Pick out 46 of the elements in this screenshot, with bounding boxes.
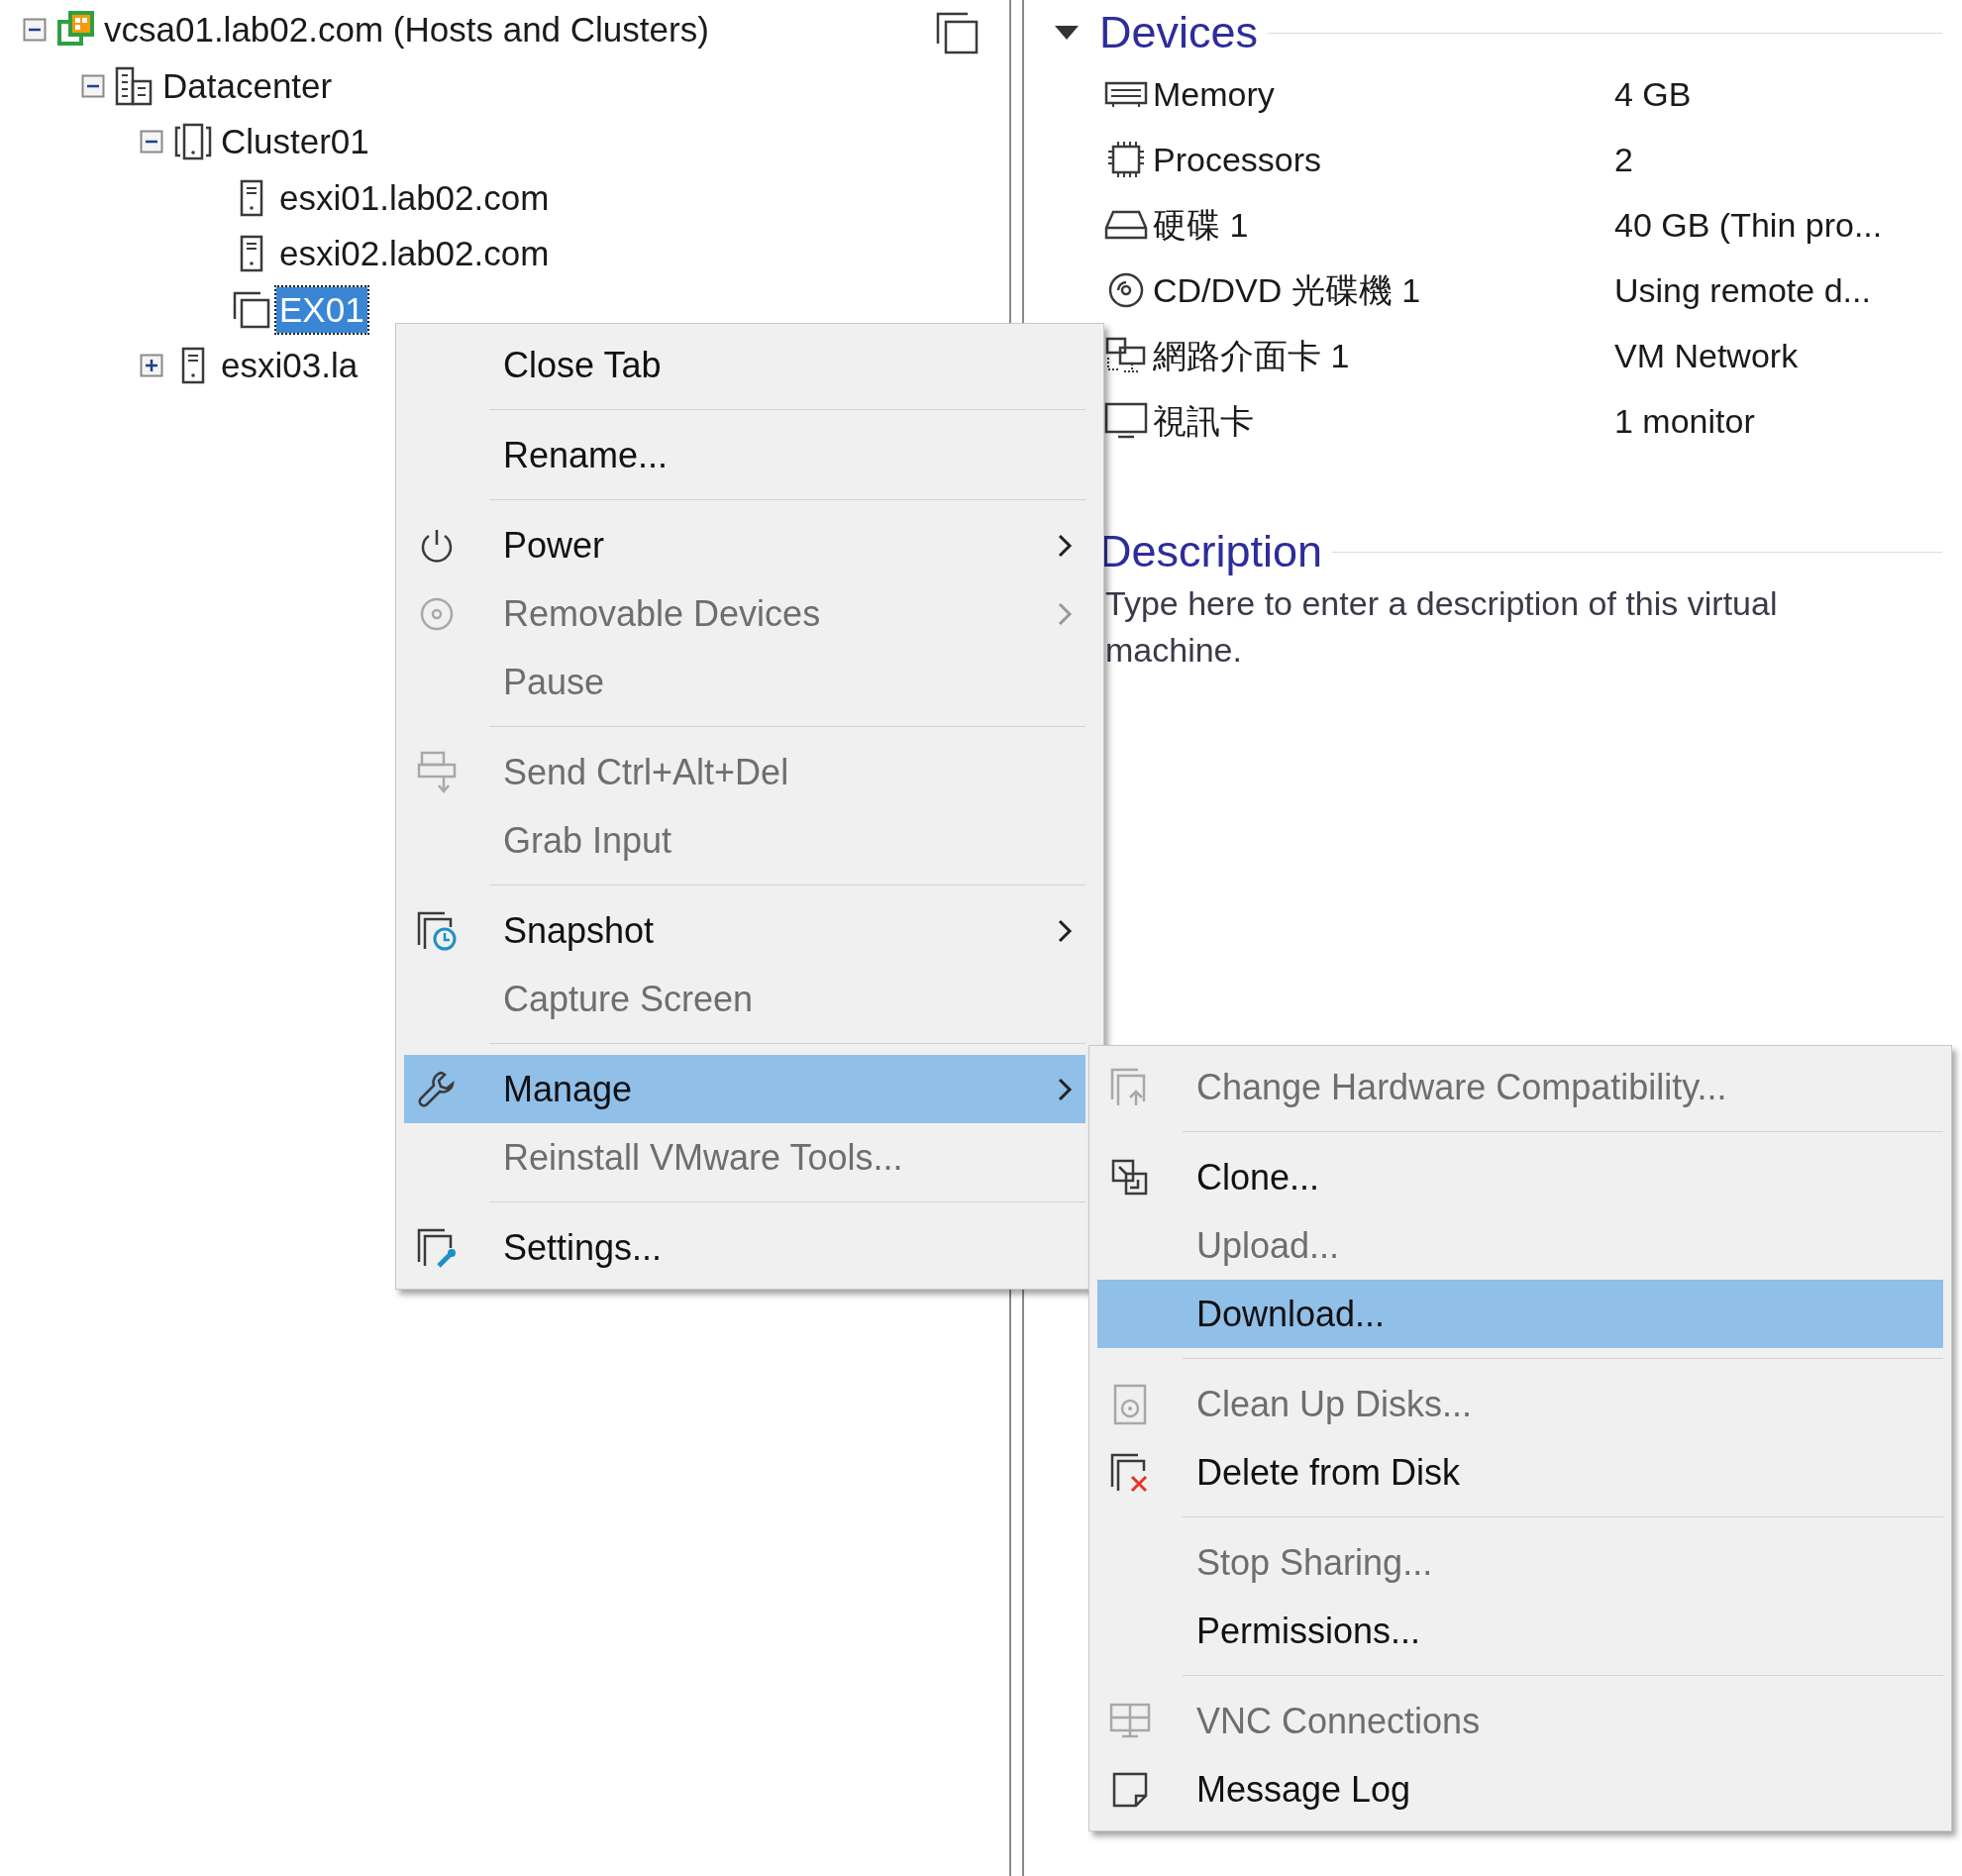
section-title: Description bbox=[1099, 525, 1323, 579]
collapse-icon[interactable] bbox=[140, 130, 163, 155]
tree-node-label[interactable]: vcsa01.lab02.com (Hosts and Clusters) bbox=[101, 7, 712, 53]
keyboard-icon bbox=[416, 749, 458, 795]
clone-icon bbox=[1110, 1157, 1150, 1198]
collapse-icon[interactable] bbox=[81, 73, 105, 98]
menu-item[interactable]: Power bbox=[404, 511, 1085, 579]
tree-node-label[interactable]: EX01 bbox=[276, 286, 367, 333]
menu-item[interactable]: Delete from Disk bbox=[1097, 1438, 1943, 1507]
device-value: VM Network bbox=[1614, 335, 1799, 376]
memory-icon bbox=[1103, 79, 1149, 109]
collapse-icon[interactable] bbox=[23, 18, 47, 43]
tree-node-label[interactable]: esxi02.lab02.com bbox=[276, 231, 553, 277]
section-title: Devices bbox=[1099, 6, 1259, 60]
menu-item[interactable]: Rename... bbox=[404, 421, 1085, 489]
tree-node-label[interactable]: Datacenter bbox=[159, 62, 336, 109]
stacked-windows-icon[interactable] bbox=[934, 10, 980, 55]
menu-item[interactable]: Clone... bbox=[1097, 1143, 1943, 1211]
device-label: Memory bbox=[1153, 73, 1276, 115]
cluster-icon bbox=[173, 122, 213, 162]
device-value: 4 GB bbox=[1614, 73, 1692, 115]
tree-node-label[interactable]: esxi01.lab02.com bbox=[276, 174, 553, 221]
device-value: 2 bbox=[1614, 139, 1633, 180]
device-label: 網路介面卡 1 bbox=[1153, 335, 1351, 376]
description-text[interactable]: Type here to enter a description of this virtual machine. bbox=[1105, 580, 1898, 674]
device-label: 硬碟 1 bbox=[1153, 204, 1250, 246]
tree-node-label[interactable]: Cluster01 bbox=[218, 119, 372, 165]
processor-icon bbox=[1105, 139, 1147, 180]
device-value: 1 monitor bbox=[1614, 400, 1755, 442]
menu-item[interactable]: Close Tab bbox=[404, 331, 1085, 399]
menu-item[interactable]: Permissions... bbox=[1097, 1597, 1943, 1665]
monitor-icon bbox=[1103, 401, 1149, 441]
menu-item[interactable]: Snapshot bbox=[404, 896, 1085, 965]
device-label: Processors bbox=[1153, 139, 1323, 180]
menu-item[interactable]: Message Log bbox=[1097, 1755, 1943, 1824]
expand-icon[interactable] bbox=[140, 354, 163, 378]
network-icon bbox=[1104, 336, 1148, 375]
menu-item[interactable]: Settings... bbox=[404, 1213, 1085, 1282]
menu-item[interactable]: Download... bbox=[1097, 1280, 1943, 1348]
menu-item[interactable]: Manage bbox=[404, 1055, 1085, 1123]
tree-node-label[interactable]: esxi03.la bbox=[218, 343, 361, 389]
device-label: 視訊卡 bbox=[1153, 400, 1255, 442]
device-value: Using remote d... bbox=[1614, 269, 1871, 311]
device-value: 40 GB (Thin pro... bbox=[1614, 204, 1883, 246]
disc-icon bbox=[1106, 270, 1146, 310]
device-label: CD/DVD 光碟機 1 bbox=[1153, 269, 1422, 311]
